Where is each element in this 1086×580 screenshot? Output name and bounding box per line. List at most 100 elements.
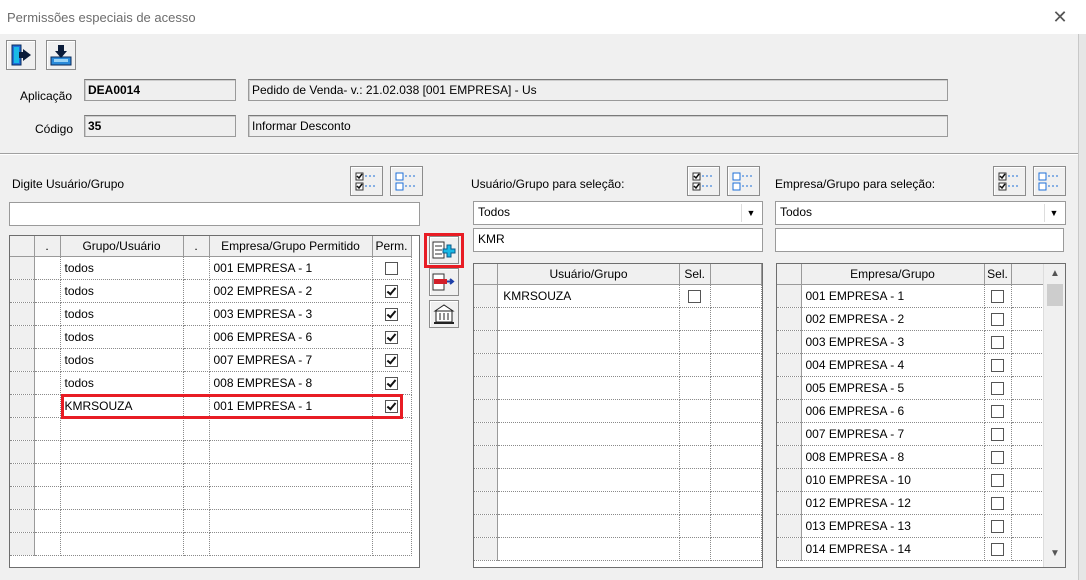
checkbox[interactable] bbox=[991, 428, 1004, 442]
table-row[interactable] bbox=[474, 376, 762, 400]
table-row[interactable]: KMRSOUZA bbox=[474, 284, 762, 308]
checkbox[interactable] bbox=[991, 382, 1004, 396]
background-window-edge bbox=[1078, 34, 1086, 580]
row-indicator bbox=[474, 514, 499, 538]
checkbox[interactable] bbox=[991, 520, 1004, 534]
checkbox[interactable] bbox=[991, 359, 1004, 373]
checkbox[interactable] bbox=[991, 451, 1004, 465]
table-row[interactable] bbox=[474, 514, 762, 538]
chevron-down-icon[interactable]: ▼ bbox=[1044, 546, 1065, 562]
sel-header[interactable]: Sel. bbox=[984, 264, 1012, 285]
table-row[interactable] bbox=[474, 353, 762, 377]
checkbox[interactable] bbox=[385, 331, 398, 345]
table-row[interactable] bbox=[10, 463, 412, 487]
row-indicator bbox=[10, 509, 35, 533]
table-row[interactable] bbox=[474, 422, 762, 446]
table-row[interactable] bbox=[474, 468, 762, 492]
table-row[interactable] bbox=[474, 330, 762, 354]
checkbox[interactable] bbox=[385, 354, 398, 368]
dot-cell bbox=[183, 279, 210, 303]
checkbox[interactable] bbox=[385, 262, 398, 276]
checkbox[interactable] bbox=[991, 336, 1004, 350]
middle-check-all-button[interactable] bbox=[687, 166, 720, 196]
user-group-type-select[interactable]: Todos ▼ bbox=[473, 201, 763, 225]
table-row[interactable]: todos 003 EMPRESA - 3 bbox=[10, 302, 412, 326]
chevron-up-icon[interactable]: ▲ bbox=[1044, 266, 1065, 282]
checkbox[interactable] bbox=[385, 377, 398, 391]
checkbox[interactable] bbox=[991, 474, 1004, 488]
remove-permission-button[interactable] bbox=[429, 268, 459, 296]
middle-uncheck-all-button[interactable] bbox=[727, 166, 760, 196]
left-check-all-button[interactable] bbox=[350, 166, 383, 196]
table-row[interactable]: todos 001 EMPRESA - 1 bbox=[10, 256, 412, 280]
table-row[interactable]: 008 EMPRESA - 8 bbox=[777, 445, 1046, 469]
empty-cell bbox=[372, 509, 412, 533]
table-row[interactable] bbox=[474, 491, 762, 515]
left-uncheck-all-button[interactable] bbox=[390, 166, 423, 196]
scrollbar-thumb[interactable] bbox=[1047, 284, 1063, 306]
save-button[interactable] bbox=[46, 40, 76, 70]
table-row[interactable]: 003 EMPRESA - 3 bbox=[777, 330, 1046, 354]
table-row[interactable]: 004 EMPRESA - 4 bbox=[777, 353, 1046, 377]
empty-cell bbox=[209, 463, 373, 487]
user-group-search-input[interactable] bbox=[9, 202, 420, 226]
vertical-scrollbar[interactable]: ▲ ▼ bbox=[1043, 264, 1065, 567]
company-cell: 007 EMPRESA - 7 bbox=[801, 422, 985, 446]
table-row[interactable]: 006 EMPRESA - 6 bbox=[777, 399, 1046, 423]
table-row[interactable] bbox=[474, 399, 762, 423]
table-row[interactable]: todos 007 EMPRESA - 7 bbox=[10, 348, 412, 372]
user-group-filter-input[interactable]: KMR bbox=[473, 228, 763, 252]
usuario-grupo-header[interactable]: Usuário/Grupo bbox=[497, 264, 680, 285]
right-uncheck-all-button[interactable] bbox=[1033, 166, 1066, 196]
perm-header[interactable]: Perm. bbox=[372, 236, 412, 257]
add-permission-button[interactable] bbox=[429, 236, 459, 264]
table-row[interactable]: 002 EMPRESA - 2 bbox=[777, 307, 1046, 331]
table-row[interactable]: 010 EMPRESA - 10 bbox=[777, 468, 1046, 492]
table-row[interactable]: todos 002 EMPRESA - 2 bbox=[10, 279, 412, 303]
row-indicator bbox=[474, 307, 499, 331]
checkbox[interactable] bbox=[688, 290, 702, 304]
table-row[interactable]: 005 EMPRESA - 5 bbox=[777, 376, 1046, 400]
company-group-selection-grid[interactable]: Empresa/Grupo Sel. 001 EMPRESA - 1 002 EM… bbox=[776, 263, 1066, 568]
row-indicator bbox=[10, 394, 35, 418]
checkbox[interactable] bbox=[991, 497, 1004, 511]
empresa-grupo-header[interactable]: Empresa/Grupo bbox=[801, 264, 985, 285]
table-row[interactable] bbox=[10, 440, 412, 464]
sel-header[interactable]: Sel. bbox=[679, 264, 711, 285]
table-row[interactable] bbox=[10, 532, 412, 556]
table-row[interactable]: 001 EMPRESA - 1 bbox=[777, 284, 1046, 308]
close-icon[interactable]: ✕ bbox=[1050, 7, 1070, 27]
checkbox[interactable] bbox=[991, 543, 1004, 557]
checkbox[interactable] bbox=[991, 313, 1004, 327]
company-group-type-select[interactable]: Todos ▼ bbox=[775, 201, 1066, 225]
checkbox[interactable] bbox=[991, 290, 1004, 304]
checkbox[interactable] bbox=[385, 308, 398, 322]
table-row[interactable] bbox=[474, 307, 762, 331]
table-row[interactable] bbox=[10, 417, 412, 441]
company-group-filter-input[interactable] bbox=[775, 228, 1064, 252]
building-button[interactable] bbox=[429, 300, 459, 328]
checkbox[interactable] bbox=[991, 405, 1004, 419]
chevron-down-icon[interactable]: ▼ bbox=[1044, 204, 1063, 222]
table-row[interactable] bbox=[474, 537, 762, 561]
table-row[interactable]: 014 EMPRESA - 14 bbox=[777, 537, 1046, 561]
table-row[interactable]: 013 EMPRESA - 13 bbox=[777, 514, 1046, 538]
table-row[interactable]: todos 008 EMPRESA - 8 bbox=[10, 371, 412, 395]
exit-button[interactable] bbox=[6, 40, 36, 70]
perm-cell bbox=[372, 279, 412, 303]
table-row[interactable] bbox=[10, 509, 412, 533]
table-row[interactable]: todos 006 EMPRESA - 6 bbox=[10, 325, 412, 349]
table-row[interactable] bbox=[10, 486, 412, 510]
right-check-all-button[interactable] bbox=[993, 166, 1026, 196]
empty-cell bbox=[679, 330, 711, 354]
table-row[interactable]: 007 EMPRESA - 7 bbox=[777, 422, 1046, 446]
chevron-down-icon[interactable]: ▼ bbox=[741, 204, 760, 222]
table-row[interactable]: 012 EMPRESA - 12 bbox=[777, 491, 1046, 515]
empty-cell bbox=[710, 445, 762, 469]
table-row[interactable] bbox=[474, 445, 762, 469]
company-cell: 006 EMPRESA - 6 bbox=[801, 399, 985, 423]
empresa-permitido-header[interactable]: Empresa/Grupo Permitido bbox=[209, 236, 373, 257]
checkbox[interactable] bbox=[385, 285, 398, 299]
grupo-usuario-header[interactable]: Grupo/Usuário bbox=[60, 236, 184, 257]
user-group-selection-grid[interactable]: Usuário/Grupo Sel. KMRSOUZA bbox=[473, 263, 763, 568]
